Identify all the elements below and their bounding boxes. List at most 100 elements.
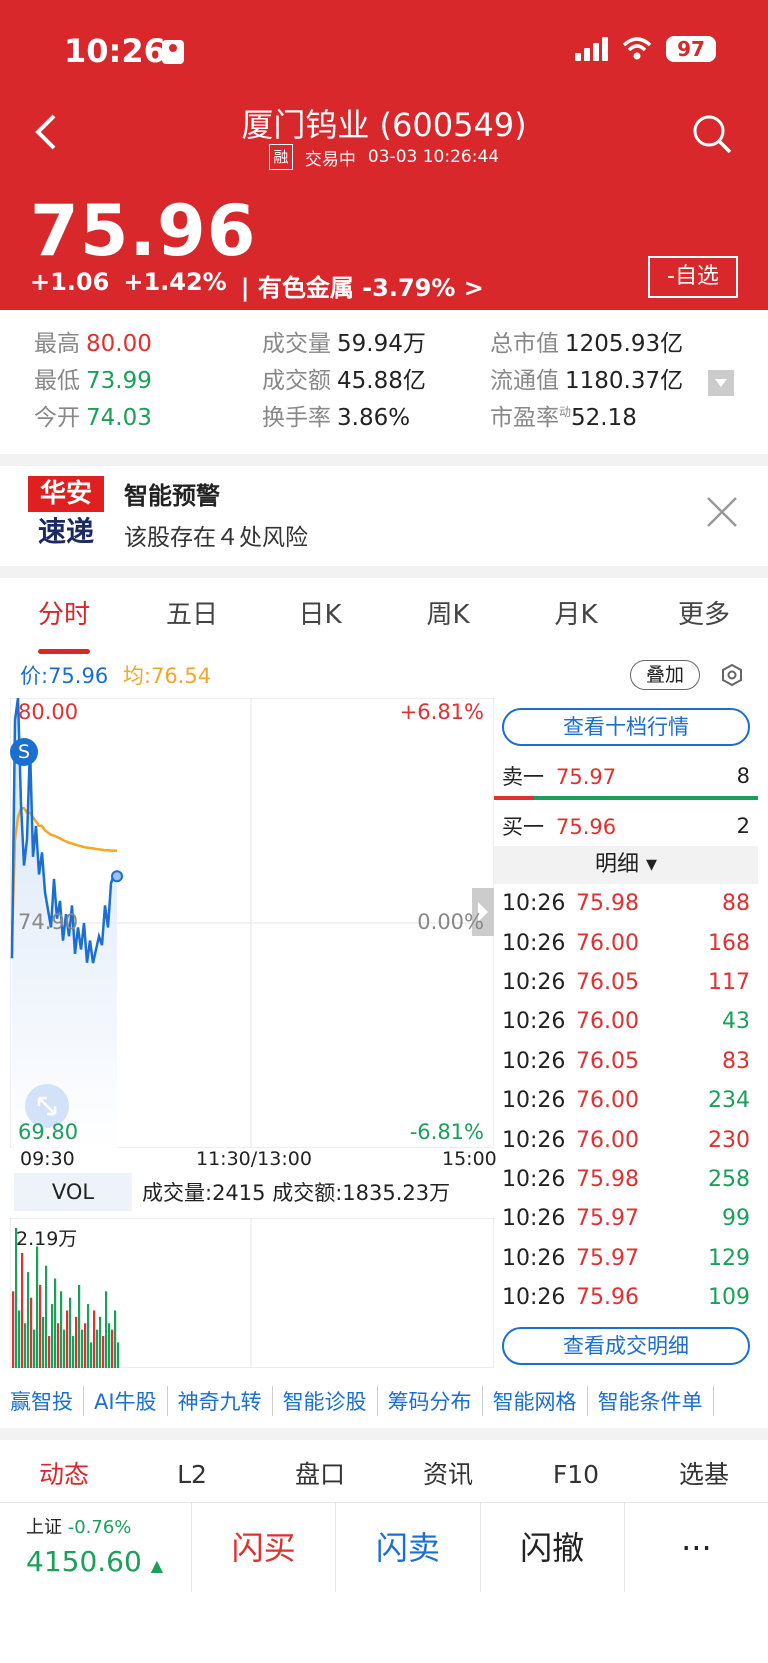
bid1-price: 75.96: [556, 815, 617, 839]
divider: [0, 566, 768, 578]
tab-order-book[interactable]: 盘口: [256, 1450, 384, 1500]
sector-link[interactable]: | 有色金属 -3.79% >: [241, 268, 484, 303]
trade-volume: 168: [708, 930, 750, 956]
tab-information[interactable]: 资讯: [384, 1450, 512, 1500]
battery-icon: 97: [666, 36, 716, 62]
tool-link[interactable]: 赢智投: [0, 1386, 84, 1416]
axis-mid-price: 74.90: [18, 910, 79, 934]
ask1-volume: 8: [736, 764, 750, 788]
trade-price: 76.05: [576, 969, 639, 995]
ask1-price: 75.97: [556, 765, 617, 789]
index-value: 4150.60: [26, 1545, 142, 1578]
volume-bar: [81, 1329, 84, 1368]
tool-link[interactable]: AI牛股: [84, 1386, 168, 1416]
volume-bar: [27, 1272, 30, 1368]
stat-pe: 52.18: [571, 404, 637, 431]
index-widget[interactable]: 上证 -0.76% 4150.60 ▲: [0, 1503, 192, 1592]
volume-bar: [21, 1252, 24, 1368]
quote-stats: 最高 80.00 成交量 59.94万 总市值 1205.93亿 最低 73.99 成交…: [34, 322, 734, 433]
flash-cancel-button[interactable]: 闪撤: [481, 1503, 625, 1592]
tab-funds[interactable]: 选基: [640, 1450, 768, 1500]
stat-low: 73.99: [86, 367, 152, 394]
tool-link[interactable]: 筹码分布: [378, 1386, 483, 1416]
trade-detail-header[interactable]: 明细 ▾: [494, 846, 758, 884]
trade-price: 76.00: [576, 1009, 639, 1035]
stock-header: 10:26 97 厦门钨业 (600549) 融 交易中 03-03 10:26…: [0, 0, 768, 310]
chart-tabs: 分时 五日 日K 周K 月K 更多: [0, 590, 768, 654]
overlay-button[interactable]: 叠加: [630, 660, 700, 690]
trade-time: 10:26: [502, 969, 566, 995]
pe-superscript: 动: [559, 404, 572, 419]
tool-link[interactable]: 神奇九转: [168, 1386, 273, 1416]
trade-time: 10:26: [502, 1009, 566, 1035]
flash-buy-button[interactable]: 闪买: [192, 1503, 337, 1592]
volume-bar: [60, 1291, 63, 1368]
trade-list: 10:26 75.98 88 10:26 76.00 168 10:26 76.05 117 10…: [494, 884, 758, 1317]
stat-turnover: 3.86%: [337, 404, 411, 431]
volume-bar: [87, 1304, 90, 1368]
gear-icon[interactable]: [720, 663, 744, 687]
expand-stats-icon[interactable]: [708, 370, 734, 396]
ask1-row: 卖一 75.97 8: [494, 756, 758, 796]
signal-marker[interactable]: S: [10, 738, 38, 766]
person-icon: [162, 40, 184, 64]
stock-title: 厦门钨业 (600549): [241, 106, 527, 144]
trade-time: 10:26: [502, 1088, 566, 1114]
search-icon[interactable]: [692, 114, 732, 154]
risk-alert-card[interactable]: 华安 速递 智能预警 该股存在４处风险: [0, 468, 768, 566]
ask1-label: 卖一: [502, 765, 544, 789]
more-button[interactable]: ···: [625, 1503, 768, 1592]
close-icon[interactable]: [706, 496, 738, 528]
trade-price: 75.97: [576, 1245, 639, 1271]
trade-price: 75.98: [576, 891, 639, 917]
volume-bar: [48, 1336, 51, 1368]
tab-monthly-k[interactable]: 月K: [512, 590, 640, 650]
trade-row: 10:26 75.97 129: [494, 1239, 758, 1278]
order-panel: 查看十档行情 卖一 75.97 8 买一 75.96 2 明细 ▾ 10:26 75.…: [494, 698, 758, 1375]
vol-indicator-button[interactable]: VOL: [14, 1173, 132, 1211]
trade-volume: 83: [722, 1048, 750, 1074]
intraday-chart[interactable]: 80.00 +6.81% 74.90 0.00% 69.80 -6.81% S …: [9, 697, 497, 1170]
tab-intraday[interactable]: 分时: [0, 590, 128, 654]
tool-link[interactable]: 智能条件单: [588, 1386, 714, 1416]
stat-label: 成交量: [262, 330, 331, 357]
volume-bar: [75, 1316, 78, 1368]
status-time: 10:26: [64, 32, 166, 70]
trade-time: 10:26: [502, 930, 566, 956]
last-price-dot: [111, 870, 123, 883]
tab-more[interactable]: 更多: [640, 590, 768, 650]
trade-price: 76.00: [576, 930, 639, 956]
tool-link[interactable]: 智能网格: [483, 1386, 588, 1416]
logo-bottom: 速递: [37, 515, 94, 548]
volume-bar: [12, 1291, 15, 1368]
bid1-row: 买一 75.96 2: [494, 806, 758, 846]
trade-time: 10:26: [502, 1245, 566, 1271]
volume-bar: [102, 1336, 105, 1368]
stat-label: 市盈率: [490, 404, 559, 431]
tool-link[interactable]: 智能诊股: [273, 1386, 378, 1416]
trade-time: 10:26: [502, 891, 566, 917]
triangle-up-icon: ▲: [150, 1556, 164, 1575]
level10-quotes-button[interactable]: 查看十档行情: [502, 708, 750, 746]
remove-watchlist-button[interactable]: -自选: [648, 256, 738, 298]
volume-bar: [84, 1323, 87, 1368]
huaan-logo: 华安 速递: [28, 476, 104, 552]
tab-five-day[interactable]: 五日: [128, 590, 256, 650]
volume-bar: [90, 1342, 93, 1368]
stat-open: 74.03: [86, 404, 152, 431]
trade-datetime: 03-03 10:26:44: [367, 147, 500, 167]
tab-weekly-k[interactable]: 周K: [384, 590, 512, 650]
volume-bar: [96, 1329, 99, 1368]
index-name: 上证: [26, 1517, 62, 1538]
volume-bar: [117, 1342, 120, 1368]
trade-time: 10:26: [502, 1048, 566, 1074]
tab-l2[interactable]: L2: [128, 1450, 256, 1500]
tab-f10[interactable]: F10: [512, 1450, 640, 1500]
tab-news-feed[interactable]: 动态: [0, 1450, 128, 1500]
flash-sell-button[interactable]: 闪卖: [336, 1503, 481, 1592]
tab-daily-k[interactable]: 日K: [256, 590, 384, 650]
alert-title: 智能预警: [124, 482, 220, 510]
chart-avg-label: 均:76.54: [122, 664, 212, 688]
view-trade-details-button[interactable]: 查看成交明细: [502, 1327, 750, 1366]
trade-price: 75.96: [576, 1285, 639, 1311]
